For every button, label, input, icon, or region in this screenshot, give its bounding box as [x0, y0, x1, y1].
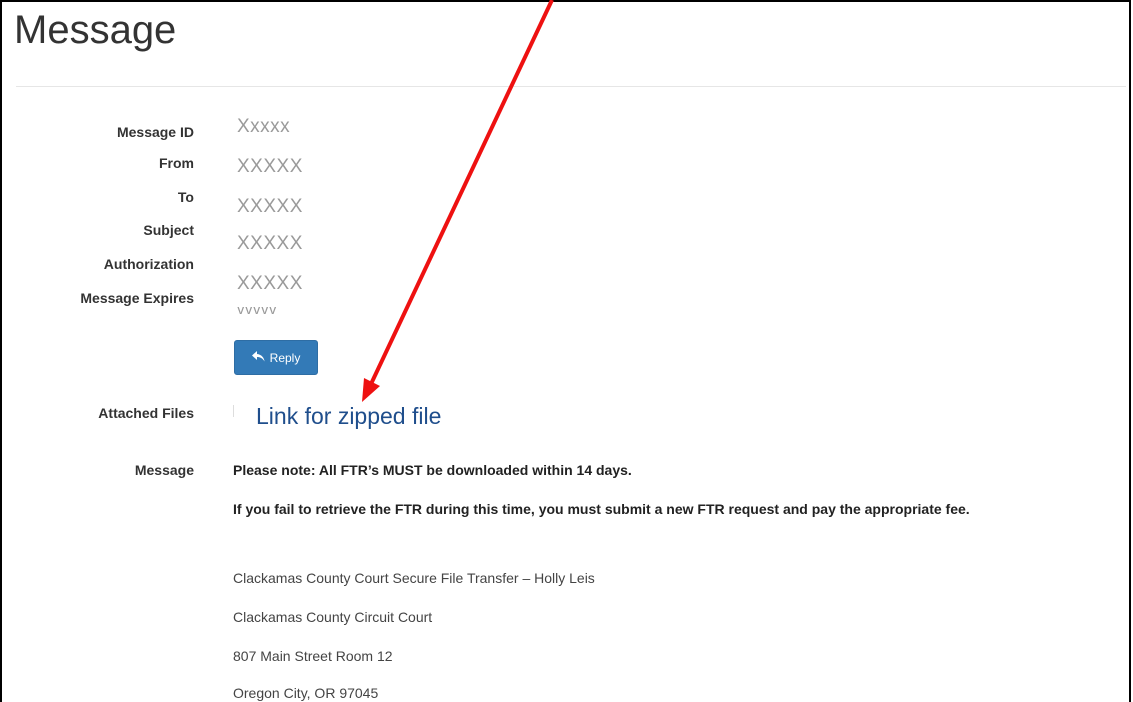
annotation-arrow: [362, 0, 554, 402]
